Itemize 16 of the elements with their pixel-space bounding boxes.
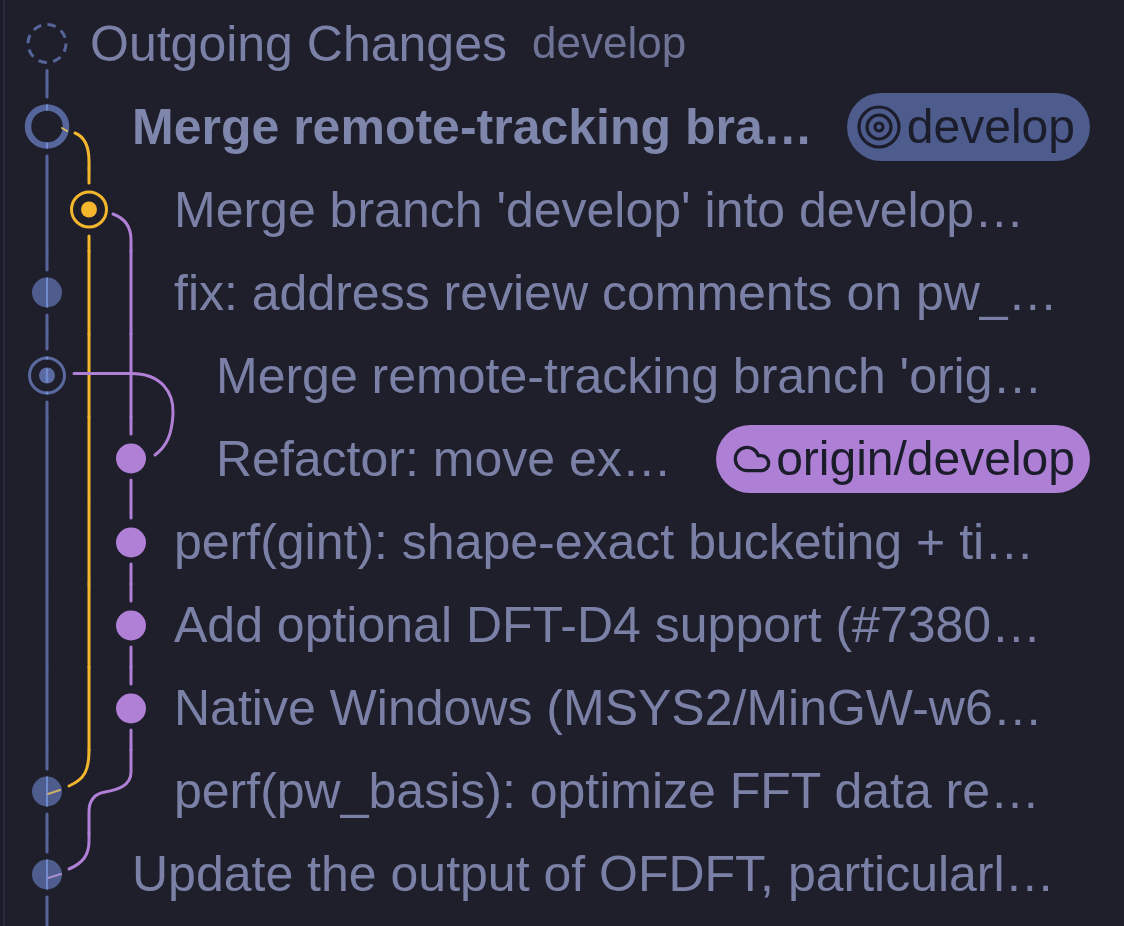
- commit-message[interactable]: perf(gint): shape-exact bucketing + ti…: [174, 512, 1035, 573]
- target-icon: [854, 102, 903, 151]
- commit-message[interactable]: Refactor: move ex…: [216, 429, 672, 489]
- commit-message[interactable]: Add optional DFT-D4 support (#7380…: [174, 595, 1042, 656]
- commit-message[interactable]: Update the output of OFDFT, particularl…: [132, 844, 1055, 905]
- commit-message[interactable]: Merge remote-tracking bra…: [132, 96, 813, 157]
- commit-message[interactable]: Merge remote-tracking branch 'orig…: [216, 345, 1043, 406]
- commit-message[interactable]: Native Windows (MSYS2/MinGW-w6…: [174, 678, 1043, 739]
- commit-message[interactable]: Merge branch 'develop' into develop…: [174, 179, 1025, 240]
- branch-label: origin/develop: [776, 435, 1075, 483]
- graph-line: [45, 895, 49, 926]
- branch-label: develop: [906, 102, 1075, 151]
- commit-message[interactable]: fix: address review comments on pw_…: [174, 262, 1058, 323]
- section-title[interactable]: Outgoing Changes: [90, 13, 507, 74]
- commit-message[interactable]: perf(pw_basis): optimize FFT data re…: [174, 761, 1041, 822]
- branch-name: develop: [531, 17, 687, 70]
